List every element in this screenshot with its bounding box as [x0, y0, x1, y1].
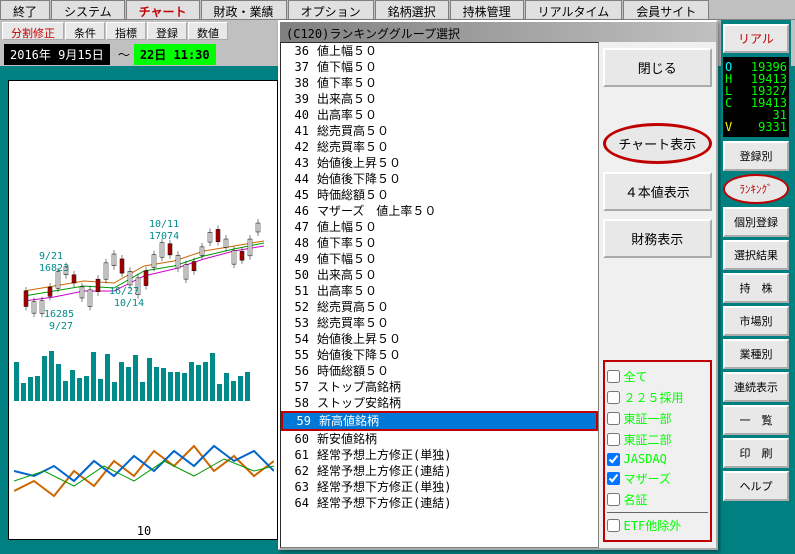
dialog-title: (C120)ランキンググループ選択 [280, 22, 716, 42]
side-btn-4[interactable]: 持 株 [723, 273, 789, 303]
top-tab-5[interactable]: 銘柄選択 [375, 0, 449, 19]
list-item-51[interactable]: 51出高率５０ [281, 283, 598, 299]
volume-chart [14, 351, 274, 411]
chart-label: 16/27 [109, 286, 139, 297]
filter-0[interactable]: 全て [607, 366, 708, 387]
top-tab-2[interactable]: チャート [126, 0, 200, 19]
list-item-61[interactable]: 61経常予想上方修正(単独) [281, 447, 598, 463]
side-btn-7[interactable]: 連続表示 [723, 372, 789, 402]
side-btn-2[interactable]: 個別登録 [723, 207, 789, 237]
filter-etf[interactable]: ETF他除外 [607, 512, 708, 536]
candle-chart[interactable]: 9/2116823 10/1117074 16/2710/14 162859/27 [14, 91, 274, 341]
four-value-button[interactable]: ４本値表示 [603, 172, 712, 211]
list-item-62[interactable]: 62経常予想上方修正(連結) [281, 463, 598, 479]
sub-tab-3[interactable]: 登録 [147, 22, 187, 40]
list-item-53[interactable]: 53総売買率５０ [281, 315, 598, 331]
list-item-37[interactable]: 37値下幅５０ [281, 59, 598, 75]
top-tab-1[interactable]: システム [51, 0, 125, 19]
list-item-57[interactable]: 57ストップ高銘柄 [281, 379, 598, 395]
real-button[interactable]: リアル [723, 24, 789, 53]
x-axis-label: 10 [14, 524, 274, 538]
sub-tab-0[interactable]: 分割修正 [2, 22, 64, 40]
list-item-49[interactable]: 49値下幅５０ [281, 251, 598, 267]
top-tab-4[interactable]: オプション [288, 0, 374, 19]
list-item-58[interactable]: 58ストップ安銘柄 [281, 395, 598, 411]
filter-4[interactable]: JASDAQ [607, 450, 708, 468]
list-item-59[interactable]: 59新高値銘柄 [281, 411, 598, 431]
list-item-45[interactable]: 45時価総額５０ [281, 187, 598, 203]
ranking-list[interactable]: 36値上幅５０37値下幅５０38値下率５０39出来高５０40出高率５０41総売買… [280, 42, 599, 548]
chart-display-button[interactable]: チャート表示 [603, 123, 712, 164]
list-item-41[interactable]: 41総売買高５０ [281, 123, 598, 139]
filter-6[interactable]: 名証 [607, 489, 708, 510]
sub-tab-1[interactable]: 条件 [65, 22, 105, 40]
chart-label: 9/21 [39, 251, 63, 262]
chart-label: 16823 [39, 263, 69, 274]
chart-label: 16285 [44, 309, 74, 320]
list-item-39[interactable]: 39出来高５０ [281, 91, 598, 107]
side-btn-10[interactable]: ヘルプ [723, 471, 789, 501]
chart-label: 9/27 [49, 321, 73, 332]
top-tab-6[interactable]: 持株管理 [450, 0, 524, 19]
list-item-54[interactable]: 54始値後上昇５０ [281, 331, 598, 347]
side-btn-3[interactable]: 選択結果 [723, 240, 789, 270]
top-tab-8[interactable]: 会員サイト [623, 0, 709, 19]
list-item-63[interactable]: 63経常予想下方修正(単独) [281, 479, 598, 495]
list-item-60[interactable]: 60新安値銘柄 [281, 431, 598, 447]
chart-label: 10/14 [114, 298, 144, 309]
quote-row: V9331 [725, 121, 787, 133]
side-btn-8[interactable]: 一 覧 [723, 405, 789, 435]
side-btn-6[interactable]: 業種別 [723, 339, 789, 369]
list-item-43[interactable]: 43始値後上昇５０ [281, 155, 598, 171]
list-item-42[interactable]: 42総売買率５０ [281, 139, 598, 155]
filter-3[interactable]: 東証二部 [607, 429, 708, 450]
side-btn-9[interactable]: 印 刷 [723, 438, 789, 468]
quote-box: O19396H19413L19327C1941331V9331 [723, 57, 789, 137]
sub-tab-2[interactable]: 指標 [106, 22, 146, 40]
list-item-55[interactable]: 55始値後下降５０ [281, 347, 598, 363]
close-button[interactable]: 閉じる [603, 48, 712, 87]
list-item-36[interactable]: 36値上幅５０ [281, 43, 598, 59]
financial-button[interactable]: 財務表示 [603, 219, 712, 258]
list-item-47[interactable]: 47値上幅５０ [281, 219, 598, 235]
sub-tab-4[interactable]: 数値 [188, 22, 228, 40]
filter-5[interactable]: マザーズ [607, 468, 708, 489]
filter-2[interactable]: 東証一部 [607, 408, 708, 429]
tilde: ～ [118, 46, 130, 63]
top-tab-0[interactable]: 終了 [0, 0, 50, 19]
list-item-46[interactable]: 46マザーズ 値上率５０ [281, 203, 598, 219]
list-item-44[interactable]: 44始値後下降５０ [281, 171, 598, 187]
chart-label: 10/11 [149, 219, 179, 230]
date-from[interactable]: 2016年 9月15日 [4, 44, 110, 65]
list-item-64[interactable]: 64経常予想下方修正(連結) [281, 495, 598, 511]
filter-box: 全て２２５採用東証一部東証二部JASDAQマザーズ名証ETF他除外 [603, 360, 712, 542]
oscillator-chart: 10 [14, 421, 274, 521]
list-item-56[interactable]: 56時価総額５０ [281, 363, 598, 379]
side-btn-1[interactable]: ﾗﾝｷﾝｸﾞ [723, 174, 789, 204]
top-tab-7[interactable]: リアルタイム [525, 0, 623, 19]
right-panel: リアル O19396H19413L19327C1941331V9331 登録別ﾗ… [721, 20, 791, 550]
date-to[interactable]: 22日 11:30 [134, 44, 216, 65]
list-item-40[interactable]: 40出高率５０ [281, 107, 598, 123]
list-item-50[interactable]: 50出来高５０ [281, 267, 598, 283]
filter-1[interactable]: ２２５採用 [607, 387, 708, 408]
list-item-52[interactable]: 52総売買高５０ [281, 299, 598, 315]
side-btn-0[interactable]: 登録別 [723, 141, 789, 171]
ranking-dialog: (C120)ランキンググループ選択 36値上幅５０37値下幅５０38値下率５０3… [278, 20, 718, 550]
list-item-48[interactable]: 48値下率５０ [281, 235, 598, 251]
list-item-38[interactable]: 38値下率５０ [281, 75, 598, 91]
top-tab-3[interactable]: 財政・業績 [201, 0, 287, 19]
chart-panel: 9/2116823 10/1117074 16/2710/14 162859/27 1… [8, 80, 278, 540]
chart-label: 17074 [149, 231, 179, 242]
side-btn-5[interactable]: 市場別 [723, 306, 789, 336]
